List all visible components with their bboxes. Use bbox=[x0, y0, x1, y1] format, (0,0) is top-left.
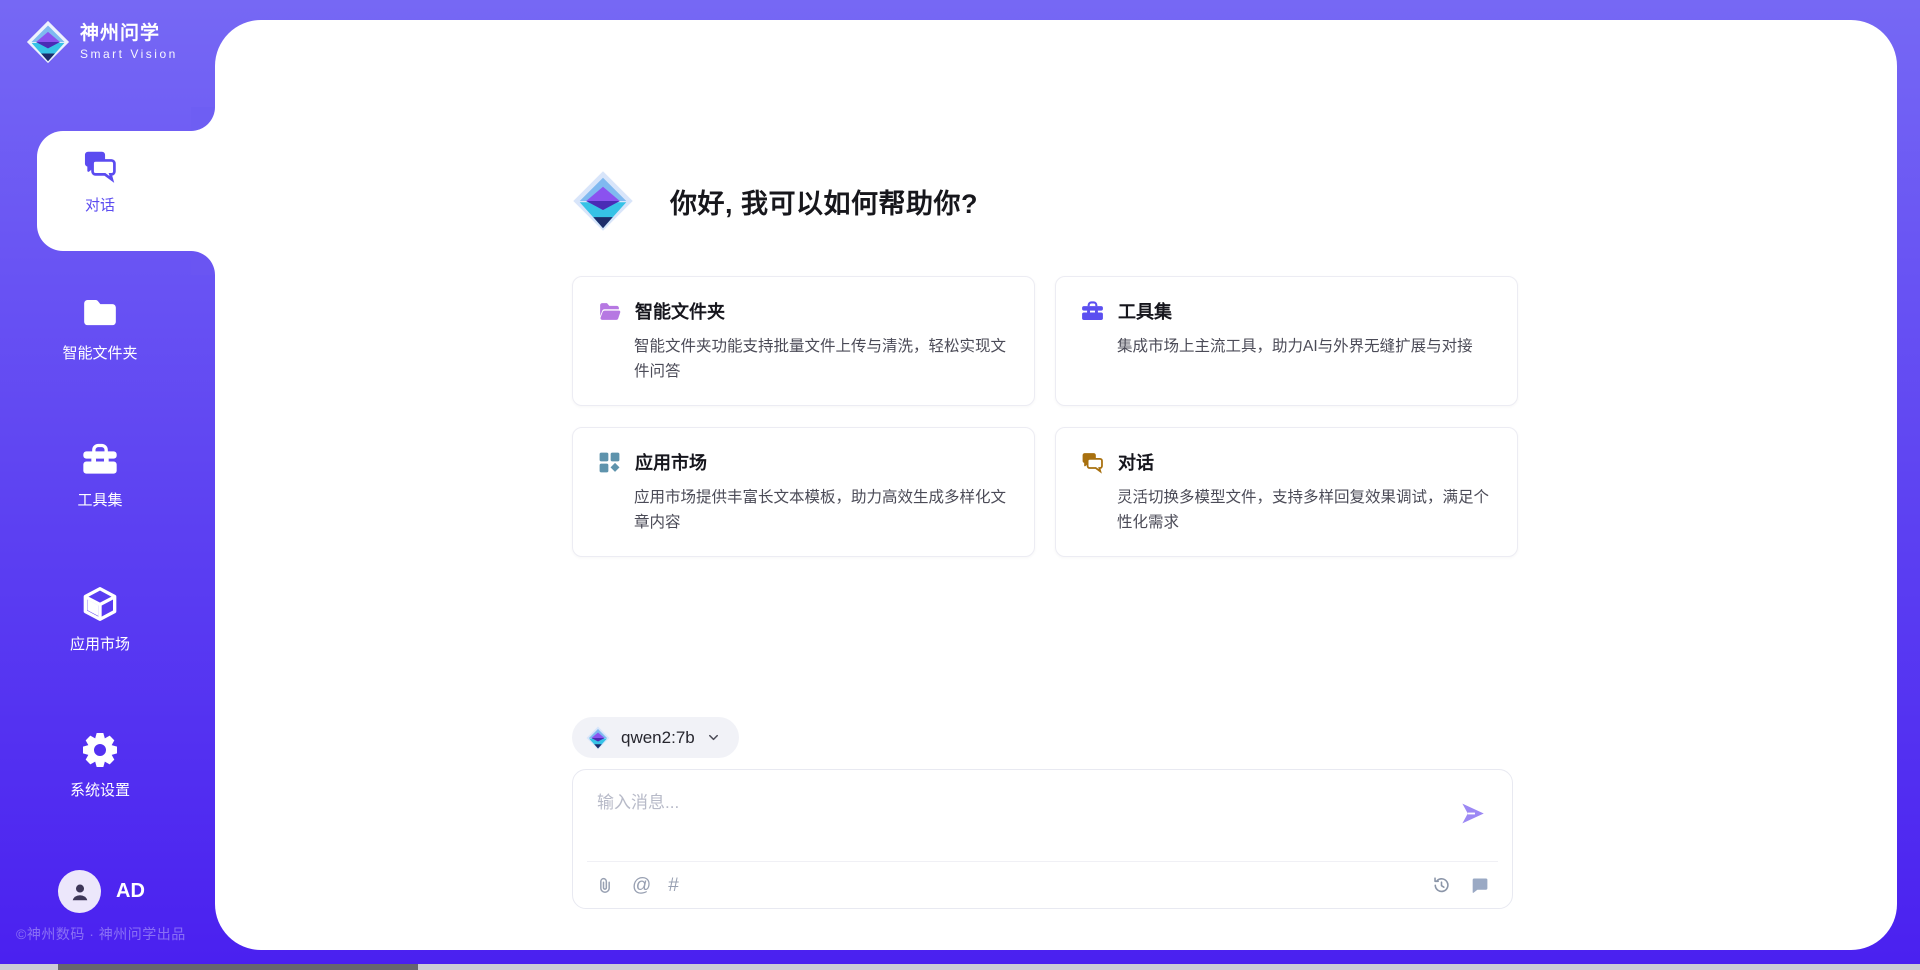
sidebar: 神州问学 Smart Vision 对话 智能文件夹 bbox=[0, 0, 215, 970]
card-description: 应用市场提供丰富长文本模板，助力高效生成多样化文章内容 bbox=[634, 485, 1010, 535]
mention-button[interactable]: @ bbox=[632, 875, 651, 897]
at-icon: @ bbox=[632, 875, 651, 897]
grid-icon bbox=[597, 450, 622, 475]
send-button[interactable] bbox=[1458, 800, 1486, 828]
person-icon bbox=[67, 879, 93, 905]
toolbox-icon bbox=[80, 440, 120, 480]
send-icon bbox=[1459, 800, 1486, 827]
card-description: 集成市场上主流工具，助力AI与外界无缝扩展与对接 bbox=[1117, 334, 1493, 359]
sidebar-item-label: 智能文件夹 bbox=[62, 342, 137, 363]
brand-diamond-logo-icon bbox=[26, 20, 70, 64]
brand-name-cn: 神州问学 bbox=[80, 22, 178, 46]
greeting-diamond-logo-icon bbox=[572, 170, 634, 232]
card-title: 应用市场 bbox=[635, 449, 707, 475]
folder-icon bbox=[80, 293, 120, 333]
history-clock-icon bbox=[1431, 875, 1452, 896]
hashtag-button[interactable]: # bbox=[668, 875, 679, 897]
chat-bubbles-icon bbox=[1080, 450, 1105, 475]
cube-icon bbox=[80, 584, 120, 624]
card-chat[interactable]: 对话 灵活切换多模型文件，支持多样回复效果调试，满足个性化需求 bbox=[1055, 427, 1518, 557]
chevron-down-icon bbox=[706, 730, 721, 745]
user-name: AD bbox=[116, 880, 145, 903]
sidebar-item-chat[interactable]: 对话 bbox=[0, 147, 200, 215]
history-button[interactable] bbox=[1431, 875, 1452, 896]
tab-fillet-top bbox=[191, 107, 215, 131]
main-panel: 你好, 我可以如何帮助你? 智能文件夹 智能文件夹功能支持批量文件上传与清洗，轻… bbox=[215, 20, 1897, 950]
horizontal-scrollbar-thumb[interactable] bbox=[58, 964, 418, 970]
message-composer: @ # bbox=[572, 769, 1513, 909]
avatar bbox=[58, 870, 101, 913]
greeting: 你好, 我可以如何帮助你? bbox=[572, 170, 978, 232]
sidebar-item-folders[interactable]: 智能文件夹 bbox=[0, 293, 200, 363]
card-app-market[interactable]: 应用市场 应用市场提供丰富长文本模板，助力高效生成多样化文章内容 bbox=[572, 427, 1035, 557]
folder-open-icon bbox=[597, 299, 622, 324]
feedback-button[interactable] bbox=[1469, 875, 1490, 896]
message-input[interactable] bbox=[573, 770, 1457, 848]
card-title: 智能文件夹 bbox=[635, 298, 725, 324]
feature-cards: 智能文件夹 智能文件夹功能支持批量文件上传与清洗，轻松实现文件问答 bbox=[572, 276, 1518, 557]
brand-name-en: Smart Vision bbox=[80, 47, 178, 62]
sidebar-item-label: 对话 bbox=[85, 194, 115, 215]
horizontal-scrollbar[interactable] bbox=[0, 964, 1920, 970]
sidebar-item-label: 工具集 bbox=[77, 489, 122, 510]
user-profile[interactable]: AD bbox=[58, 870, 145, 913]
sidebar-item-label: 应用市场 bbox=[70, 633, 130, 654]
sidebar-item-settings[interactable]: 系统设置 bbox=[0, 730, 200, 800]
sidebar-item-apps[interactable]: 应用市场 bbox=[0, 584, 200, 654]
model-name: qwen2:7b bbox=[621, 728, 695, 748]
greeting-title: 你好, 我可以如何帮助你? bbox=[670, 182, 978, 221]
composer-toolbar: @ # bbox=[595, 862, 1490, 909]
sidebar-item-tools[interactable]: 工具集 bbox=[0, 440, 200, 510]
card-title: 对话 bbox=[1118, 449, 1154, 475]
card-smart-folder[interactable]: 智能文件夹 智能文件夹功能支持批量文件上传与清洗，轻松实现文件问答 bbox=[572, 276, 1035, 406]
card-toolset[interactable]: 工具集 集成市场上主流工具，助力AI与外界无缝扩展与对接 bbox=[1055, 276, 1518, 406]
attach-button[interactable] bbox=[595, 876, 615, 896]
toolbox-icon bbox=[1080, 299, 1105, 324]
model-selector[interactable]: qwen2:7b bbox=[572, 717, 739, 758]
copyright: ©神州数码 · 神州问学出品 bbox=[16, 924, 186, 944]
sidebar-item-label: 系统设置 bbox=[70, 779, 130, 800]
card-title: 工具集 bbox=[1118, 298, 1172, 324]
paperclip-icon bbox=[595, 876, 615, 896]
chat-square-icon bbox=[1469, 875, 1490, 896]
chat-bubbles-icon bbox=[81, 147, 119, 185]
hashtag-icon: # bbox=[668, 875, 679, 897]
card-description: 智能文件夹功能支持批量文件上传与清洗，轻松实现文件问答 bbox=[634, 334, 1010, 384]
gear-icon bbox=[80, 730, 120, 770]
card-description: 灵活切换多模型文件，支持多样回复效果调试，满足个性化需求 bbox=[1117, 485, 1493, 535]
model-diamond-logo-icon bbox=[586, 726, 610, 750]
brand: 神州问学 Smart Vision bbox=[26, 20, 178, 64]
tab-fillet-bottom bbox=[191, 251, 215, 275]
